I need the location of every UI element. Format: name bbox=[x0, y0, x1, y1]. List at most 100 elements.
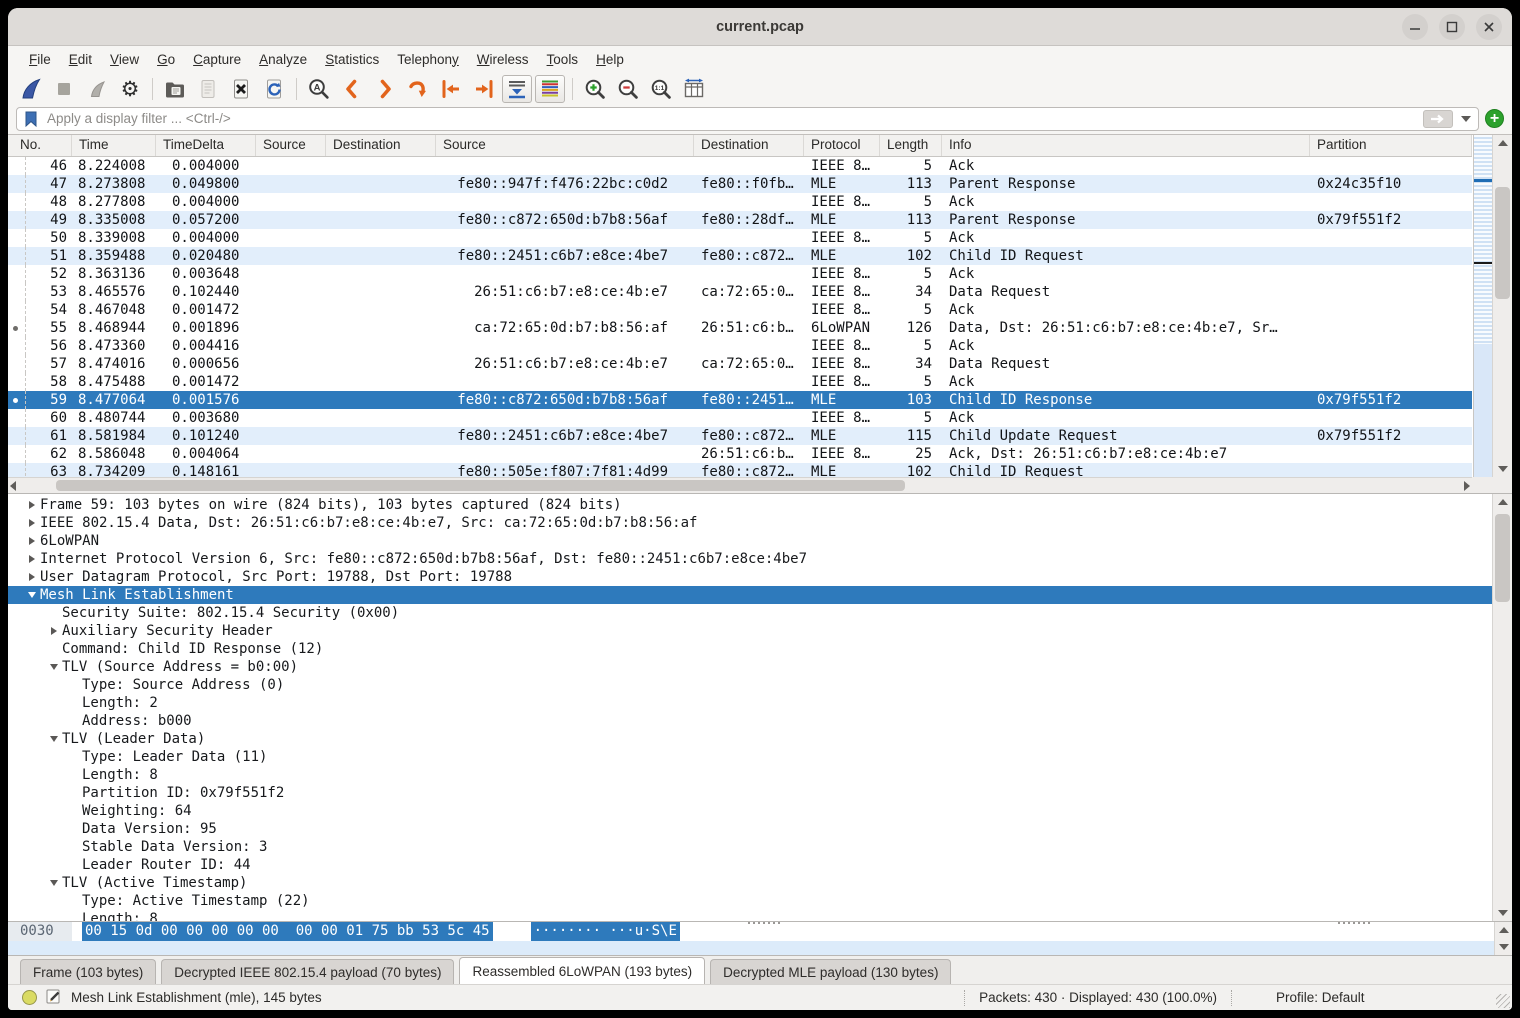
maximize-button[interactable] bbox=[1439, 14, 1465, 40]
detail-line-22[interactable]: Type: Active Timestamp (22) bbox=[8, 892, 1492, 910]
packet-row-58[interactable]: 588.4754880.001472IEEE 8…5Ack bbox=[8, 373, 1472, 391]
packet-row-60[interactable]: 608.4807440.003680IEEE 8…5Ack bbox=[8, 409, 1472, 427]
column-header-time-1[interactable]: Time bbox=[72, 135, 156, 156]
zoom-in-icon[interactable] bbox=[580, 75, 610, 103]
reload-file-icon[interactable] bbox=[259, 75, 289, 103]
menu-file[interactable]: File bbox=[20, 49, 60, 70]
auto-scroll-icon[interactable] bbox=[502, 75, 532, 103]
resize-columns-icon[interactable] bbox=[679, 75, 709, 103]
scroll-up-icon[interactable] bbox=[1493, 494, 1512, 510]
go-forward-icon[interactable] bbox=[370, 75, 400, 103]
expander-collapsed-icon[interactable] bbox=[24, 573, 40, 581]
detail-line-21[interactable]: TLV (Active Timestamp) bbox=[8, 874, 1492, 892]
menu-help[interactable]: Help bbox=[587, 49, 633, 70]
zoom-original-icon[interactable]: 1:1 bbox=[646, 75, 676, 103]
open-file-icon[interactable] bbox=[160, 75, 190, 103]
hex-bytes-highlighted[interactable]: 00 15 0d 00 00 00 00 00 00 00 01 75 bb 5… bbox=[82, 922, 493, 941]
column-header-destination-6[interactable]: Destination bbox=[694, 135, 804, 156]
detail-line-17[interactable]: Weighting: 64 bbox=[8, 802, 1492, 820]
detail-line-11[interactable]: Length: 2 bbox=[8, 694, 1492, 712]
packet-row-48[interactable]: 488.2778080.004000IEEE 8…5Ack bbox=[8, 193, 1472, 211]
minimize-button[interactable] bbox=[1402, 14, 1428, 40]
packet-row-59[interactable]: 598.4770640.001576fe80::c872:650d:b7b8:5… bbox=[8, 391, 1472, 409]
menu-statistics[interactable]: Statistics bbox=[316, 49, 388, 70]
detail-line-14[interactable]: Type: Leader Data (11) bbox=[8, 748, 1492, 766]
menu-edit[interactable]: Edit bbox=[60, 49, 101, 70]
detail-line-9[interactable]: TLV (Source Address = b0:00) bbox=[8, 658, 1492, 676]
byte-view-tab-2[interactable]: Reassembled 6LoWPAN (193 bytes) bbox=[459, 957, 705, 984]
column-header-source-5[interactable]: Source bbox=[436, 135, 694, 156]
detail-line-15[interactable]: Length: 8 bbox=[8, 766, 1492, 784]
menu-capture[interactable]: Capture bbox=[184, 49, 250, 70]
column-header-protocol-7[interactable]: Protocol bbox=[804, 135, 880, 156]
expander-collapsed-icon[interactable] bbox=[46, 627, 62, 635]
splitter-grip[interactable] bbox=[748, 922, 782, 924]
apply-filter-button[interactable] bbox=[1423, 110, 1453, 128]
column-header-source-3[interactable]: Source bbox=[256, 135, 326, 156]
hex-ascii-highlighted[interactable]: ········ ···u·S\E bbox=[531, 922, 680, 941]
colorize-packets-icon[interactable] bbox=[535, 75, 565, 103]
detail-line-1[interactable]: IEEE 802.15.4 Data, Dst: 26:51:c6:b7:e8:… bbox=[8, 514, 1492, 532]
details-vscrollbar[interactable] bbox=[1492, 494, 1512, 921]
packet-row-61[interactable]: 618.5819840.101240fe80::2451:c6b7:e8ce:4… bbox=[8, 427, 1472, 445]
detail-line-5[interactable]: Mesh Link Establishment bbox=[8, 586, 1492, 604]
expander-expanded-icon[interactable] bbox=[46, 664, 62, 670]
detail-line-23[interactable]: Length: 8 bbox=[8, 910, 1492, 922]
detail-line-0[interactable]: Frame 59: 103 bytes on wire (824 bits), … bbox=[8, 496, 1492, 514]
column-header-no-0[interactable]: No. bbox=[8, 135, 72, 156]
detail-line-8[interactable]: Command: Child ID Response (12) bbox=[8, 640, 1492, 658]
packet-row-62[interactable]: 628.5860480.00406426:51:c6:b…IEEE 8…25Ac… bbox=[8, 445, 1472, 463]
detail-line-3[interactable]: Internet Protocol Version 6, Src: fe80::… bbox=[8, 550, 1492, 568]
packet-row-53[interactable]: 538.4655760.10244026:51:c6:b7:e8:ce:4b:e… bbox=[8, 283, 1472, 301]
packet-row-52[interactable]: 528.3631360.003648IEEE 8…5Ack bbox=[8, 265, 1472, 283]
detail-line-13[interactable]: TLV (Leader Data) bbox=[8, 730, 1492, 748]
add-filter-button-icon[interactable]: + bbox=[1485, 109, 1504, 128]
expander-collapsed-icon[interactable] bbox=[24, 501, 40, 509]
menu-view[interactable]: View bbox=[101, 49, 148, 70]
menu-wireless[interactable]: Wireless bbox=[468, 49, 538, 70]
detail-line-20[interactable]: Leader Router ID: 44 bbox=[8, 856, 1492, 874]
scroll-thumb[interactable] bbox=[1495, 514, 1510, 602]
detail-line-18[interactable]: Data Version: 95 bbox=[8, 820, 1492, 838]
capture-options-icon[interactable]: ⚙ bbox=[115, 75, 145, 103]
detail-line-19[interactable]: Stable Data Version: 3 bbox=[8, 838, 1492, 856]
byte-view-tab-3[interactable]: Decrypted MLE payload (130 bytes) bbox=[710, 959, 951, 984]
byte-view-tab-0[interactable]: Frame (103 bytes) bbox=[20, 959, 156, 984]
bytes-vscrollbar[interactable] bbox=[1494, 922, 1512, 955]
packet-row-46[interactable]: 468.2240080.004000IEEE 8…5Ack bbox=[8, 157, 1472, 175]
expander-collapsed-icon[interactable] bbox=[24, 555, 40, 563]
column-header-timedelta-2[interactable]: TimeDelta bbox=[156, 135, 256, 156]
scroll-thumb[interactable] bbox=[56, 480, 905, 491]
last-packet-icon[interactable] bbox=[469, 75, 499, 103]
packet-row-55[interactable]: 558.4689440.001896ca:72:65:0d:b7:b8:56:a… bbox=[8, 319, 1472, 337]
scroll-down-icon[interactable] bbox=[1493, 461, 1512, 477]
expander-collapsed-icon[interactable] bbox=[24, 519, 40, 527]
scroll-down-icon[interactable] bbox=[1493, 905, 1512, 921]
packet-list-hscrollbar[interactable] bbox=[8, 477, 1472, 493]
resize-grip[interactable] bbox=[1496, 994, 1510, 1008]
expander-collapsed-icon[interactable] bbox=[24, 537, 40, 545]
close-button[interactable] bbox=[1476, 14, 1502, 40]
packet-row-63[interactable]: 638.7342090.148161fe80::505e:f807:7f81:4… bbox=[8, 463, 1472, 477]
scroll-up-icon[interactable] bbox=[1493, 135, 1512, 151]
menu-telephony[interactable]: Telephony bbox=[388, 49, 468, 70]
filter-dropdown-caret[interactable] bbox=[1461, 116, 1471, 122]
filter-bookmark-icon[interactable] bbox=[23, 110, 39, 133]
packet-list-vscrollbar[interactable] bbox=[1492, 135, 1512, 477]
find-packet-icon[interactable]: A bbox=[304, 75, 334, 103]
display-filter-input[interactable] bbox=[16, 107, 1479, 131]
packet-row-51[interactable]: 518.3594880.020480fe80::2451:c6b7:e8ce:4… bbox=[8, 247, 1472, 265]
packet-row-57[interactable]: 578.4740160.00065626:51:c6:b7:e8:ce:4b:e… bbox=[8, 355, 1472, 373]
packet-list-minimap[interactable] bbox=[1473, 135, 1492, 477]
scroll-thumb[interactable] bbox=[1495, 187, 1510, 299]
column-header-info-9[interactable]: Info bbox=[942, 135, 1310, 156]
expander-expanded-icon[interactable] bbox=[46, 736, 62, 742]
first-packet-icon[interactable] bbox=[436, 75, 466, 103]
status-profile[interactable]: Profile: Default bbox=[1246, 990, 1496, 1005]
column-header-partition-10[interactable]: Partition bbox=[1310, 135, 1472, 156]
expander-expanded-icon[interactable] bbox=[24, 592, 40, 598]
menu-tools[interactable]: Tools bbox=[538, 49, 588, 70]
packet-row-47[interactable]: 478.2738080.049800fe80::947f:f476:22bc:c… bbox=[8, 175, 1472, 193]
close-file-icon[interactable] bbox=[226, 75, 256, 103]
column-header-length-8[interactable]: Length bbox=[880, 135, 942, 156]
